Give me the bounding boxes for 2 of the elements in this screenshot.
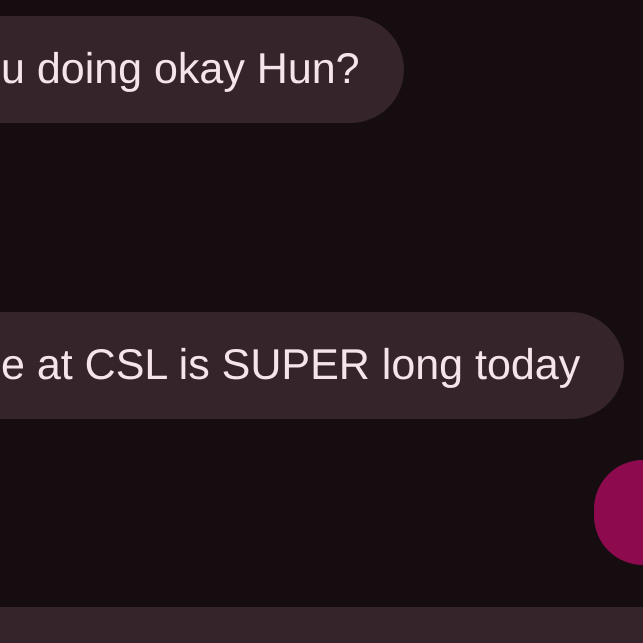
received-message-bubble: u doing okay Hun?	[0, 16, 404, 123]
received-message-bubble: e at CSL is SUPER long today	[0, 312, 624, 419]
